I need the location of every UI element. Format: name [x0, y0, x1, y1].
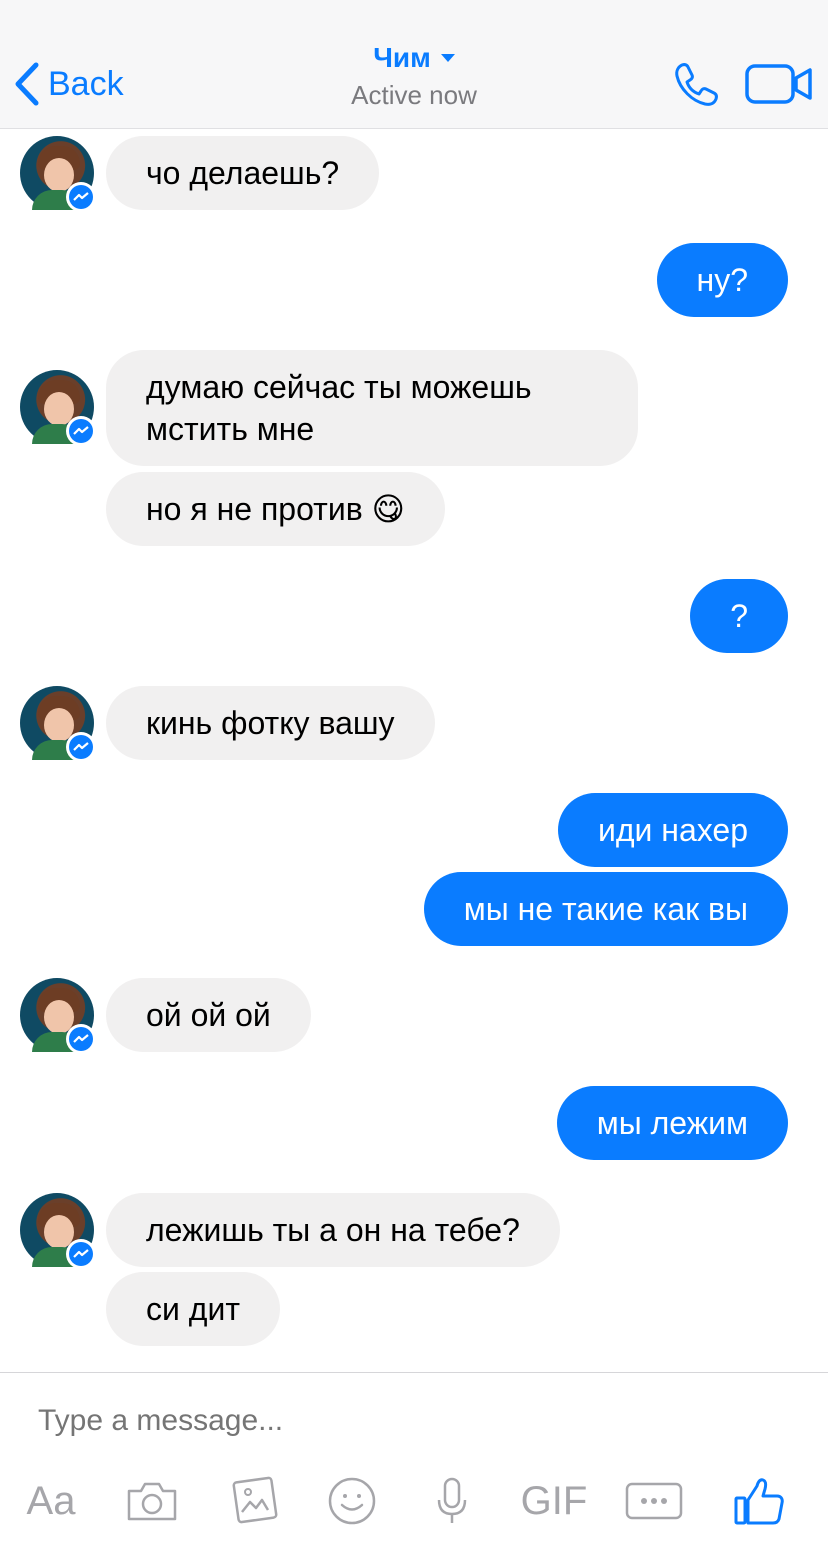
messenger-badge-icon	[66, 732, 96, 762]
gif-label: GIF	[520, 1478, 588, 1523]
avatar[interactable]	[20, 978, 96, 1054]
avatar[interactable]	[20, 370, 96, 446]
messenger-badge-icon	[66, 416, 96, 446]
message-bubble-outgoing[interactable]: мы лежим	[556, 1086, 788, 1160]
aa-label: Aa	[26, 1478, 76, 1523]
message-bubble-incoming[interactable]: си дит	[106, 1272, 280, 1346]
call-button[interactable]	[672, 60, 720, 113]
gallery-icon	[232, 1476, 278, 1524]
messenger-badge-icon	[66, 1024, 96, 1054]
microphone-button[interactable]	[432, 1473, 472, 1529]
gif-button[interactable]: GIF	[518, 1473, 590, 1529]
message-bubble-outgoing[interactable]: мы не такие как вы	[423, 872, 788, 946]
video-camera-icon	[745, 64, 812, 104]
emoji-icon	[328, 1477, 376, 1525]
message-bubble-outgoing[interactable]: ну?	[656, 243, 788, 317]
emoji-button[interactable]	[326, 1473, 378, 1529]
conversation-header: Back Чим Active now	[0, 0, 828, 129]
message-bubble-incoming[interactable]: чо делаешь?	[106, 136, 380, 210]
camera-button[interactable]	[124, 1473, 180, 1529]
message-bubble-incoming[interactable]: кинь фотку вашу	[106, 686, 435, 760]
message-bubble-incoming[interactable]: думаю сейчас ты можешь мстить мне	[106, 350, 638, 466]
avatar[interactable]	[20, 686, 96, 762]
message-bubble-incoming[interactable]: но я не против 😋	[106, 472, 445, 546]
more-button[interactable]	[624, 1473, 684, 1529]
message-input[interactable]	[36, 1403, 780, 1439]
chevron-down-icon	[440, 54, 455, 62]
message-bubble-outgoing[interactable]: иди нахер	[557, 793, 788, 867]
video-call-button[interactable]	[744, 62, 814, 111]
messenger-badge-icon	[66, 182, 96, 212]
contact-name: Чим	[373, 42, 431, 73]
contact-name-row[interactable]: Чим	[373, 42, 455, 74]
gallery-button[interactable]	[226, 1473, 282, 1529]
phone-icon	[675, 63, 718, 106]
composer: Aa GIF	[0, 1372, 828, 1551]
message-bubble-outgoing[interactable]: ?	[690, 579, 788, 653]
avatar[interactable]	[20, 1193, 96, 1269]
messenger-badge-icon	[66, 1239, 96, 1269]
avatar[interactable]	[20, 136, 96, 212]
more-icon	[625, 1482, 683, 1520]
message-list[interactable]: чо делаешь? ну? думаю сейчас ты можешь м…	[0, 128, 828, 1372]
camera-icon	[127, 1482, 177, 1521]
message-bubble-incoming[interactable]: лежишь ты а он на тебе?	[106, 1193, 560, 1267]
microphone-icon	[437, 1477, 467, 1523]
like-button[interactable]	[732, 1473, 786, 1529]
text-style-button[interactable]: Aa	[20, 1473, 82, 1529]
message-bubble-incoming[interactable]: ой ой ой	[106, 978, 311, 1052]
like-icon	[734, 1478, 784, 1525]
